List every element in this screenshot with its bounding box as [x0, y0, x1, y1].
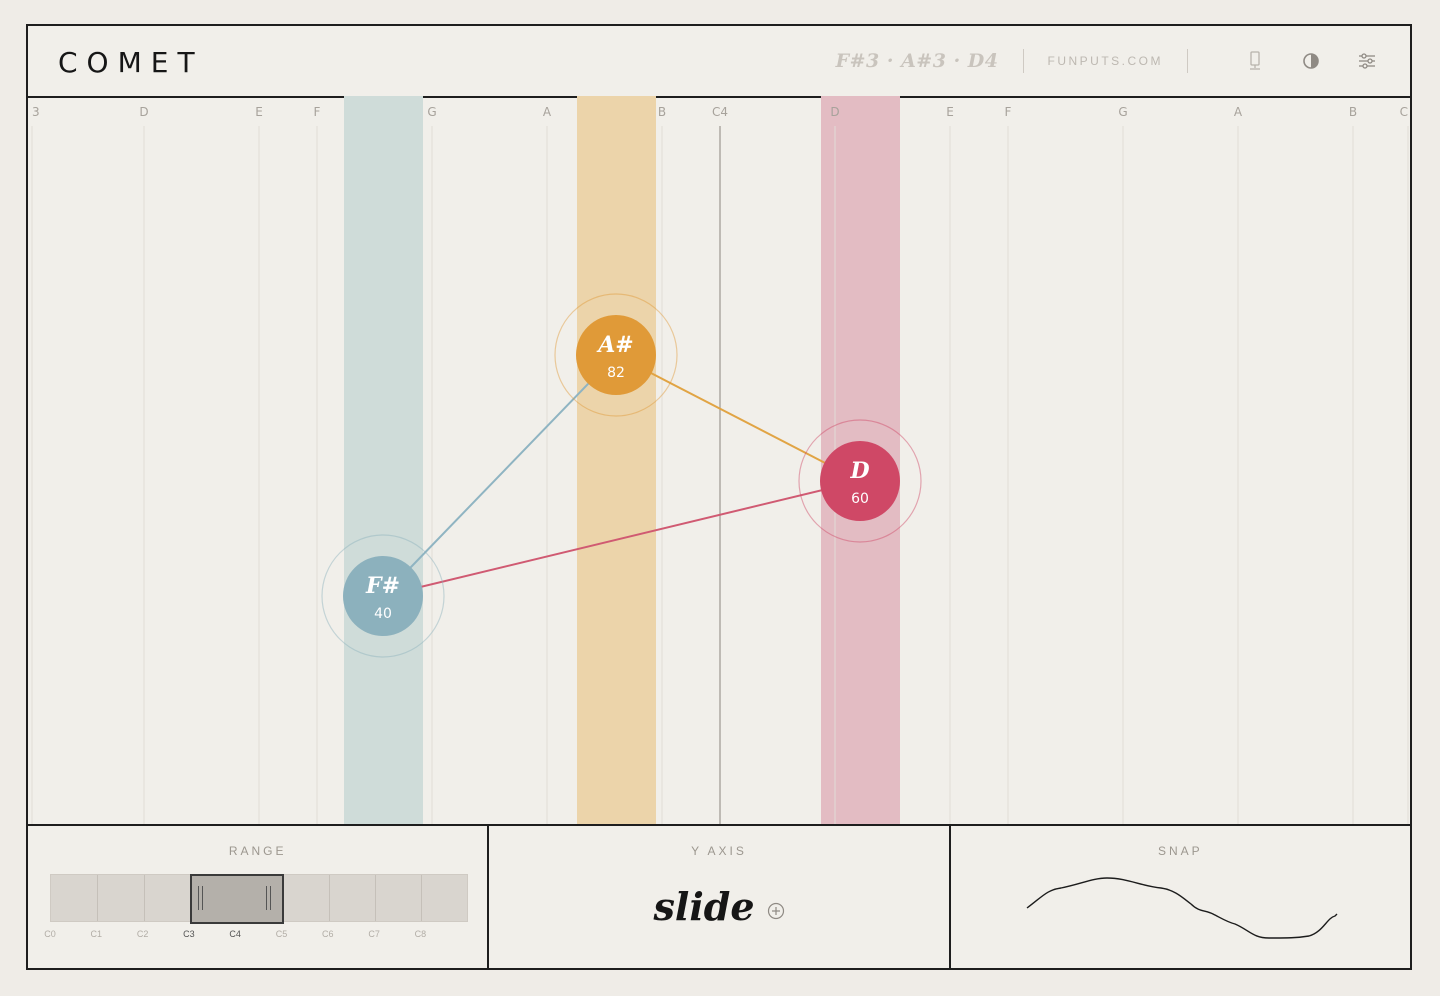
key-label: B: [658, 105, 666, 119]
key-label: G: [1118, 105, 1127, 119]
settings-sliders-icon[interactable]: [1354, 48, 1380, 74]
app-logo: COMET: [58, 46, 204, 79]
note-name: F#: [365, 573, 400, 599]
yaxis-title: Y AXIS: [691, 844, 747, 858]
left-grip[interactable]: [202, 886, 203, 910]
header: COMET F#3 · A#3 · D4 FUNPUTS.COM: [28, 26, 1410, 98]
snap-panel: SNAP: [951, 826, 1410, 968]
note-velocity: 82: [607, 365, 625, 381]
right-grip[interactable]: [266, 886, 267, 910]
range-slider[interactable]: [50, 874, 468, 924]
key-label: G: [427, 105, 436, 119]
yaxis-mode[interactable]: slide: [489, 884, 948, 933]
comet-app: COMET F#3 · A#3 · D4 FUNPUTS.COM 3 D E F G A B…: [26, 24, 1412, 970]
pitch-canvas[interactable]: 3 D E F G A B C4 D E F G A B C F# 40 A# 82 D 60: [28, 96, 1410, 824]
key-label: B: [1349, 105, 1357, 119]
key-label: D: [139, 105, 148, 119]
range-divider: [375, 875, 377, 921]
note-name: D: [849, 458, 869, 484]
range-octave-label: C8: [414, 929, 427, 939]
note-band: [577, 96, 656, 824]
key-label: A: [1234, 105, 1243, 119]
key-label: F: [314, 105, 321, 119]
site-link[interactable]: FUNPUTS.COM: [1048, 54, 1164, 68]
key-label: E: [255, 105, 263, 119]
range-divider: [143, 875, 145, 921]
range-window-handle[interactable]: [190, 874, 284, 924]
range-octave-label: C5: [275, 929, 288, 939]
key-label: A: [543, 105, 552, 119]
key-label: F: [1005, 105, 1012, 119]
range-divider: [421, 875, 423, 921]
note-velocity: 60: [851, 491, 869, 507]
left-grip[interactable]: [198, 886, 199, 910]
range-octave-label: C0: [44, 929, 56, 939]
range-octave-label: C2: [136, 929, 149, 939]
header-right: F#3 · A#3 · D4 FUNPUTS.COM: [836, 26, 1380, 96]
range-octave-label: C4: [229, 929, 241, 939]
range-panel: RANGE C0 C1 C2 C3 C4 C5 C6 C7 C8: [28, 826, 490, 968]
chord-display: F#3 · A#3 · D4: [835, 50, 999, 72]
range-octave-label: C7: [368, 929, 380, 939]
range-octave-label: C3: [183, 929, 195, 939]
plus-circle-icon[interactable]: [767, 884, 785, 929]
right-grip[interactable]: [270, 886, 271, 910]
key-label: D: [830, 105, 839, 119]
note-band: [344, 96, 423, 824]
range-divider: [97, 875, 99, 921]
snap-curve[interactable]: [951, 826, 1411, 968]
note-velocity: 40: [374, 606, 392, 622]
header-divider: [1187, 49, 1188, 73]
contrast-icon[interactable]: [1298, 48, 1324, 74]
range-divider: [328, 875, 330, 921]
range-title: RANGE: [228, 844, 287, 858]
key-label: 3: [32, 105, 40, 119]
yaxis-mode-label[interactable]: slide: [653, 884, 754, 929]
note-name: A#: [596, 332, 634, 358]
range-octave-label: C6: [322, 929, 334, 939]
key-label: E: [946, 105, 954, 119]
bottom-panels: RANGE C0 C1 C2 C3 C4 C5 C6 C7 C8 Y AXIS slide SN…: [28, 824, 1410, 970]
range-octave-label: C1: [90, 929, 103, 939]
yaxis-panel: Y AXIS slide: [489, 826, 951, 968]
midi-device-icon[interactable]: [1242, 48, 1268, 74]
header-divider: [1022, 49, 1024, 73]
key-label: C4: [712, 105, 728, 119]
key-label: C: [1400, 105, 1408, 119]
